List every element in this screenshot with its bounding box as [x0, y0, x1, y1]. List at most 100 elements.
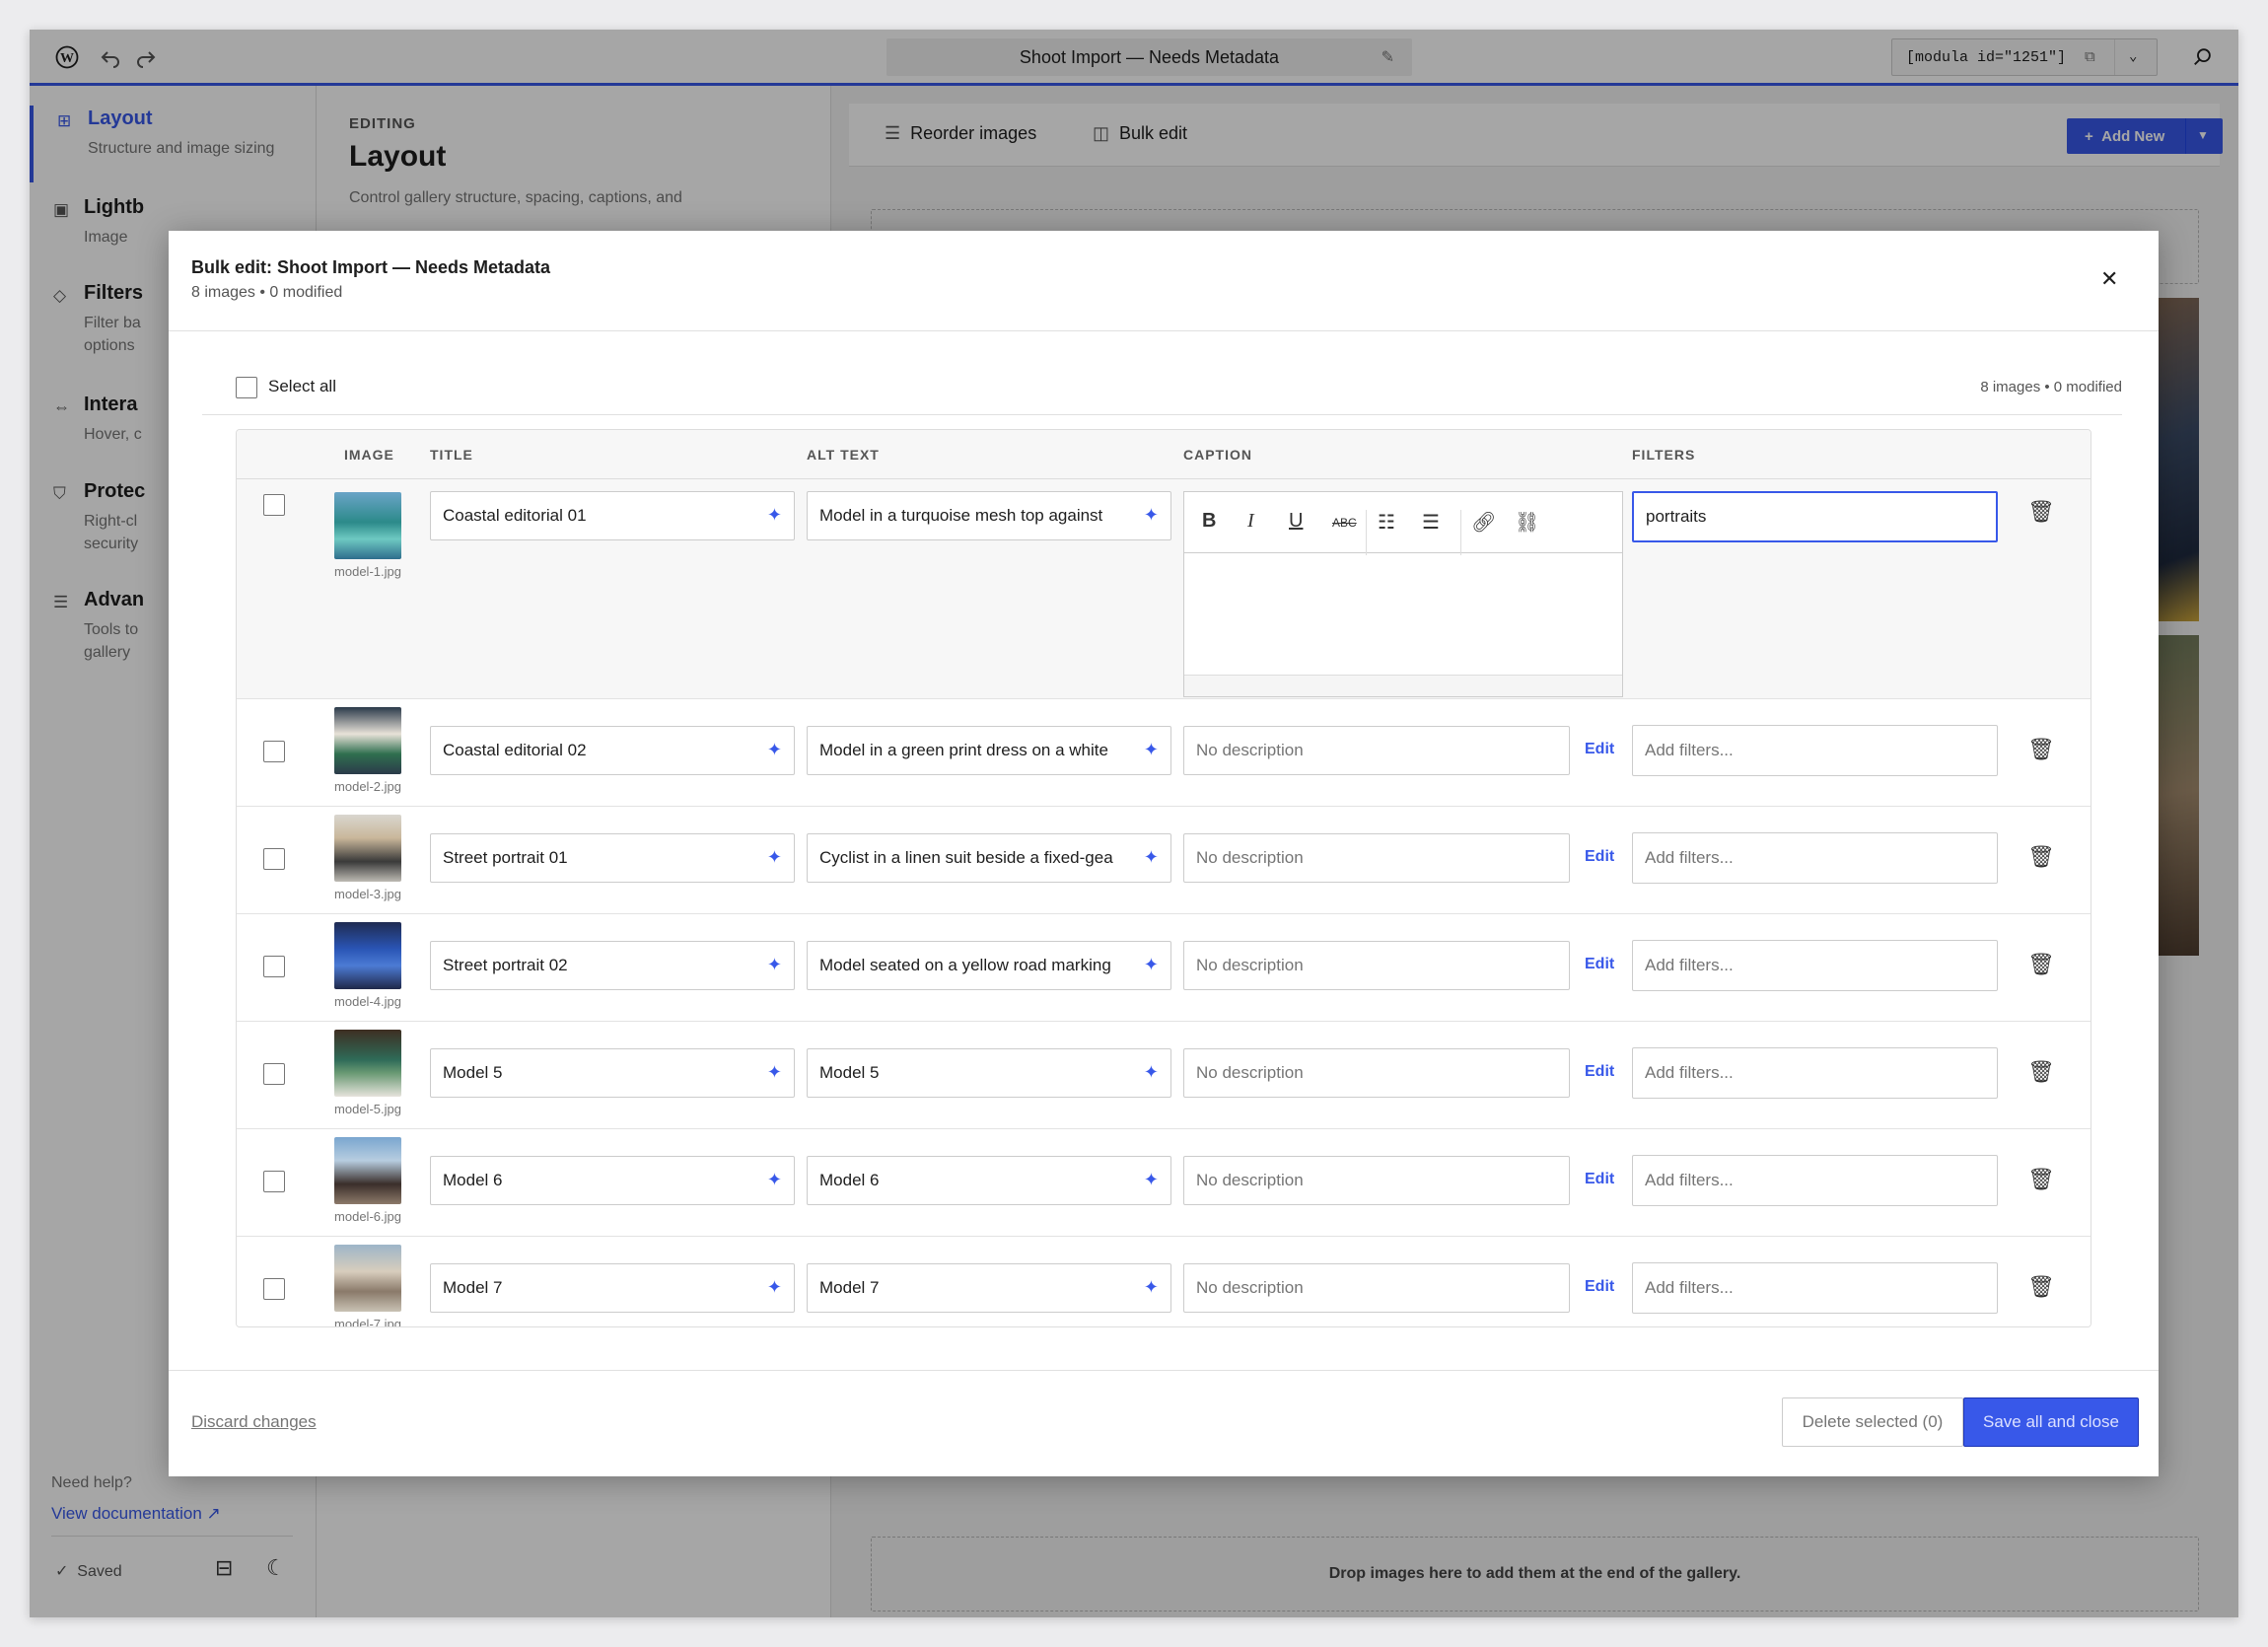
alt-text-input[interactable]: Model seated on a yellow road marking ✦ — [807, 941, 1171, 990]
bullet-list-icon[interactable]: ☷ — [1378, 510, 1395, 535]
caption-placeholder: No description — [1196, 956, 1304, 974]
ai-sparkle-icon[interactable]: ✦ — [767, 955, 782, 975]
title-value: Model 6 — [443, 1171, 503, 1189]
close-icon[interactable]: ✕ — [2100, 266, 2118, 292]
alt-text-input[interactable]: Cyclist in a linen suit beside a fixed-g… — [807, 833, 1171, 883]
trash-icon[interactable]: 🗑︎ — [2027, 844, 2055, 870]
bold-icon[interactable]: B — [1202, 510, 1216, 533]
table-row: model-6.jpg Model 6 ✦ Model 6 ✦ No descrip… — [237, 1129, 2091, 1237]
caption-editor[interactable]: B I U ABC ☷ ☰ 🔗︎ ⛓︎ — [1183, 491, 1623, 697]
ai-sparkle-icon[interactable]: ✦ — [767, 505, 782, 526]
title-value: Coastal editorial 01 — [443, 506, 587, 525]
caption-placeholder: No description — [1196, 741, 1304, 759]
alt-text-input[interactable]: Model 6 ✦ — [807, 1156, 1171, 1205]
unlink-icon[interactable]: ⛓︎ — [1515, 510, 1539, 535]
caption-placeholder: No description — [1196, 1171, 1304, 1189]
ai-sparkle-icon[interactable]: ✦ — [1144, 1170, 1159, 1190]
caption-field[interactable]: No description — [1183, 1048, 1570, 1098]
alt-text-value: Model 6 — [819, 1171, 880, 1189]
thumbnail[interactable] — [334, 815, 401, 882]
row-checkbox[interactable] — [263, 494, 285, 516]
filters-input[interactable]: Add filters... — [1632, 1047, 1998, 1099]
ai-sparkle-icon[interactable]: ✦ — [767, 1170, 782, 1190]
caption-field[interactable]: No description — [1183, 1156, 1570, 1205]
trash-icon[interactable]: 🗑︎ — [2027, 1274, 2055, 1300]
row-checkbox[interactable] — [263, 1278, 285, 1300]
link-icon[interactable]: 🔗︎ — [1471, 510, 1496, 535]
numbered-list-icon[interactable]: ☰ — [1422, 510, 1440, 535]
column-header-caption: CAPTION — [1183, 447, 1252, 463]
strikethrough-icon[interactable]: ABC — [1332, 516, 1357, 530]
title-input[interactable]: Street portrait 02 ✦ — [430, 941, 795, 990]
caption-edit-button[interactable]: Edit — [1585, 1171, 1614, 1188]
trash-icon[interactable]: 🗑︎ — [2027, 499, 2055, 525]
trash-icon[interactable]: 🗑︎ — [2027, 1167, 2055, 1192]
column-header-alt: ALT TEXT — [807, 447, 880, 463]
ai-sparkle-icon[interactable]: ✦ — [1144, 740, 1159, 760]
thumbnail[interactable] — [334, 1030, 401, 1097]
ai-sparkle-icon[interactable]: ✦ — [1144, 505, 1159, 526]
caption-edit-button[interactable]: Edit — [1585, 848, 1614, 866]
title-input[interactable]: Model 7 ✦ — [430, 1263, 795, 1313]
ai-sparkle-icon[interactable]: ✦ — [1144, 1277, 1159, 1298]
thumbnail[interactable] — [334, 707, 401, 774]
ai-sparkle-icon[interactable]: ✦ — [767, 1277, 782, 1298]
caption-edit-button[interactable]: Edit — [1585, 1063, 1614, 1081]
bulk-edit-table: IMAGE TITLE ALT TEXT CAPTION FILTERS mod… — [236, 429, 2091, 1327]
caption-field[interactable]: No description — [1183, 726, 1570, 775]
row-checkbox[interactable] — [263, 848, 285, 870]
select-all-label: Select all — [268, 377, 336, 395]
discard-changes-link[interactable]: Discard changes — [191, 1412, 317, 1432]
trash-icon[interactable]: 🗑︎ — [2027, 737, 2055, 762]
row-checkbox[interactable] — [263, 956, 285, 977]
row-checkbox[interactable] — [263, 1171, 285, 1192]
row-checkbox[interactable] — [263, 1063, 285, 1085]
filters-input[interactable]: portraits — [1632, 491, 1998, 542]
filters-input[interactable]: Add filters... — [1632, 940, 1998, 991]
thumbnail[interactable] — [334, 1137, 401, 1204]
alt-text-input[interactable]: Model in a turquoise mesh top against ✦ — [807, 491, 1171, 540]
row-checkbox[interactable] — [263, 741, 285, 762]
title-input[interactable]: Model 6 ✦ — [430, 1156, 795, 1205]
filters-input[interactable]: Add filters... — [1632, 1262, 1998, 1314]
ai-sparkle-icon[interactable]: ✦ — [767, 847, 782, 868]
filters-input[interactable]: Add filters... — [1632, 1155, 1998, 1206]
select-all-checkbox[interactable] — [236, 377, 257, 398]
delete-selected-button[interactable]: Delete selected (0) — [1782, 1397, 1963, 1447]
alt-text-input[interactable]: Model in a green print dress on a white ✦ — [807, 726, 1171, 775]
italic-icon[interactable]: I — [1247, 510, 1254, 533]
ai-sparkle-icon[interactable]: ✦ — [1144, 847, 1159, 868]
caption-field[interactable]: No description — [1183, 941, 1570, 990]
alt-text-input[interactable]: Model 7 ✦ — [807, 1263, 1171, 1313]
trash-icon[interactable]: 🗑︎ — [2027, 952, 2055, 977]
ai-sparkle-icon[interactable]: ✦ — [767, 740, 782, 760]
ai-sparkle-icon[interactable]: ✦ — [1144, 955, 1159, 975]
thumbnail[interactable] — [334, 492, 401, 559]
caption-edit-button[interactable]: Edit — [1585, 956, 1614, 973]
caption-field[interactable]: No description — [1183, 1263, 1570, 1313]
column-header-image: IMAGE — [344, 447, 394, 463]
alt-text-value: Model 5 — [819, 1063, 880, 1082]
table-row: model-7.jpg Model 7 ✦ Model 7 ✦ No descrip… — [237, 1237, 2091, 1326]
trash-icon[interactable]: 🗑︎ — [2027, 1059, 2055, 1085]
title-input[interactable]: Model 5 ✦ — [430, 1048, 795, 1098]
editor-resize-bar[interactable] — [1184, 675, 1622, 696]
caption-field[interactable]: No description — [1183, 833, 1570, 883]
ai-sparkle-icon[interactable]: ✦ — [1144, 1062, 1159, 1083]
filters-input[interactable]: Add filters... — [1632, 832, 1998, 884]
title-input[interactable]: Street portrait 01 ✦ — [430, 833, 795, 883]
alt-text-value: Model 7 — [819, 1278, 880, 1297]
ai-sparkle-icon[interactable]: ✦ — [767, 1062, 782, 1083]
caption-edit-button[interactable]: Edit — [1585, 1278, 1614, 1296]
caption-placeholder: No description — [1196, 1063, 1304, 1082]
thumbnail[interactable] — [334, 922, 401, 989]
filters-input[interactable]: Add filters... — [1632, 725, 1998, 776]
title-input[interactable]: Coastal editorial 02 ✦ — [430, 726, 795, 775]
caption-edit-button[interactable]: Edit — [1585, 741, 1614, 758]
title-value: Street portrait 01 — [443, 848, 568, 867]
thumbnail[interactable] — [334, 1245, 401, 1312]
alt-text-input[interactable]: Model 5 ✦ — [807, 1048, 1171, 1098]
underline-icon[interactable]: U — [1289, 510, 1303, 533]
save-all-button[interactable]: Save all and close — [1963, 1397, 2139, 1447]
title-input[interactable]: Coastal editorial 01 ✦ — [430, 491, 795, 540]
